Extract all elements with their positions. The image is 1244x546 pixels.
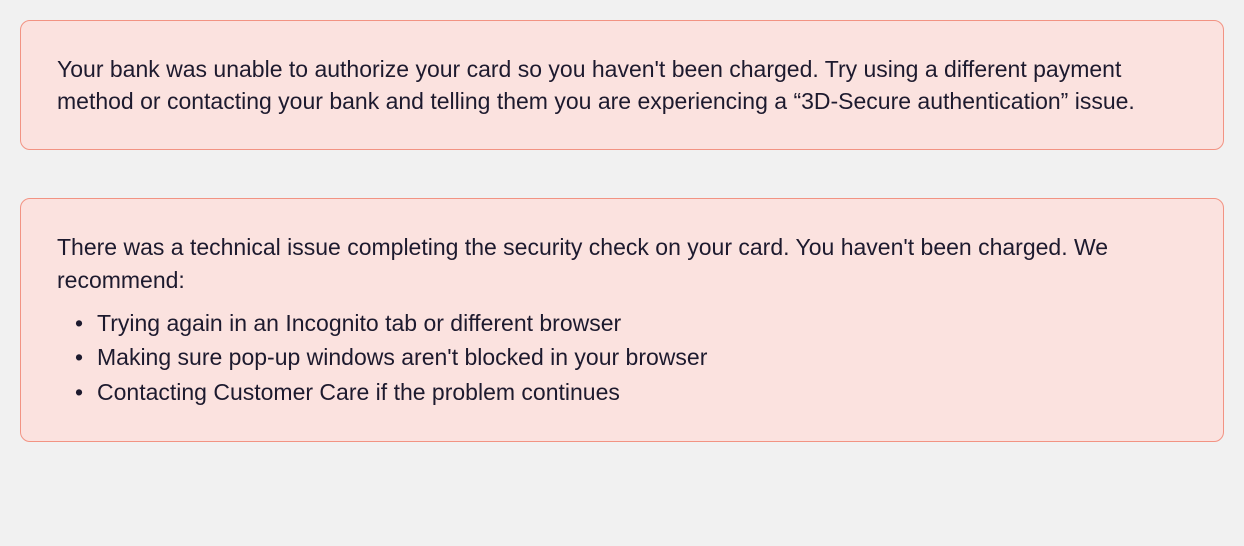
list-item: Making sure pop-up windows aren't blocke…	[97, 340, 1187, 375]
alert-message: Your bank was unable to authorize your c…	[57, 53, 1187, 117]
alert-bank-authorization: Your bank was unable to authorize your c…	[20, 20, 1224, 150]
alert-technical-issue: There was a technical issue completing t…	[20, 198, 1224, 442]
alert-message: There was a technical issue completing t…	[57, 231, 1187, 295]
list-item: Trying again in an Incognito tab or diff…	[97, 306, 1187, 341]
list-item: Contacting Customer Care if the problem …	[97, 375, 1187, 410]
alert-recommendations-list: Trying again in an Incognito tab or diff…	[57, 306, 1187, 410]
